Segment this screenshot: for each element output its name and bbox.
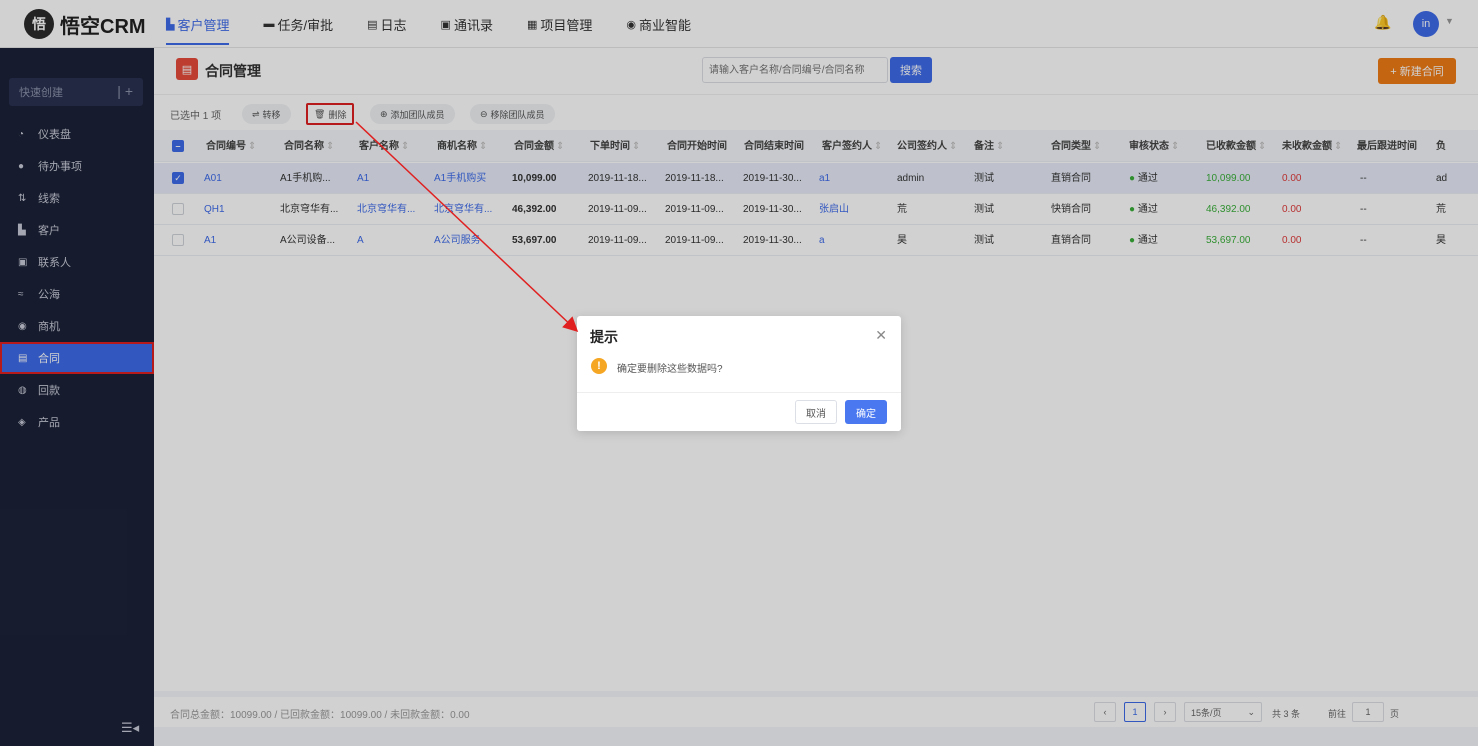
dialog-message: 确定要删除这些数据吗? [617,364,723,375]
confirm-dialog: 提示 ✕ ! 确定要删除这些数据吗? 取消 确定 [577,316,901,431]
confirm-button[interactable]: 确定 [845,400,887,424]
cancel-button[interactable]: 取消 [795,400,837,424]
dialog-footer: 取消 确定 [577,392,901,431]
close-icon[interactable]: ✕ [875,327,887,344]
warning-icon: ! [591,358,607,374]
dialog-title: 提示 [590,329,618,345]
